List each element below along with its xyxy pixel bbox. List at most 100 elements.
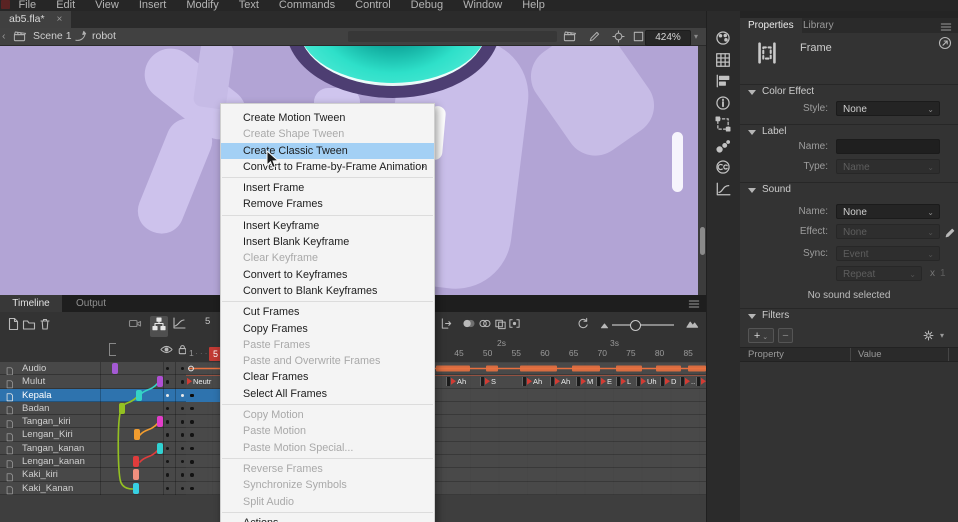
visibility-dot[interactable]: [166, 473, 169, 476]
section-sound[interactable]: Sound: [740, 182, 958, 197]
onion-outlines-icon[interactable]: [478, 317, 491, 335]
section-filters[interactable]: Filters: [740, 308, 958, 323]
mouth-keyframe[interactable]: ..: [680, 377, 695, 387]
visibility-dot[interactable]: [166, 460, 169, 463]
onion-skin-icon[interactable]: [462, 317, 475, 335]
menu-window[interactable]: Window: [463, 0, 502, 11]
filter-options-gear-icon[interactable]: [922, 329, 935, 347]
visibility-dot[interactable]: [166, 380, 169, 383]
scene-clapperboard-icon[interactable]: [13, 30, 26, 43]
remove-filter-button[interactable]: −: [778, 328, 793, 343]
parenting-chip[interactable]: [133, 469, 139, 480]
zoom-chevron-icon[interactable]: ▾: [694, 28, 698, 45]
new-layer-icon[interactable]: [6, 317, 20, 336]
camera-icon[interactable]: [128, 316, 142, 330]
menu-view[interactable]: View: [95, 0, 119, 11]
menu-edit[interactable]: Edit: [56, 0, 75, 11]
timeline-zoom-slider-track[interactable]: [612, 324, 674, 326]
parenting-chip[interactable]: [157, 376, 163, 387]
cc-libraries-panel-icon[interactable]: [715, 159, 731, 180]
visibility-dot[interactable]: [166, 394, 169, 397]
cc-libraries-icon[interactable]: [715, 159, 731, 175]
lock-dot[interactable]: [181, 447, 184, 450]
modify-markers-icon[interactable]: [508, 317, 521, 330]
menu-item-cut-frames[interactable]: Cut Frames: [221, 304, 434, 320]
visibility-dot[interactable]: [166, 407, 169, 410]
menu-debug[interactable]: Debug: [411, 0, 443, 11]
back-chevron-icon[interactable]: ‹: [2, 28, 6, 45]
lock-dot[interactable]: [181, 473, 184, 476]
visibility-dot[interactable]: [166, 447, 169, 450]
motion-editor-icon[interactable]: [715, 181, 731, 197]
menu-control[interactable]: Control: [355, 0, 390, 11]
center-stage-icon[interactable]: [612, 30, 625, 43]
mouth-keyframe[interactable]: S: [480, 377, 496, 387]
mouth-keyframe[interactable]: Ah: [446, 377, 466, 387]
parenting-chip[interactable]: [136, 390, 142, 401]
gear-chevron-icon[interactable]: ▾: [940, 331, 944, 340]
layer-row-kaki_kanan[interactable]: Kaki_Kanan: [0, 482, 186, 495]
parenting-chip[interactable]: [134, 429, 140, 440]
parenting-chip[interactable]: [112, 363, 118, 374]
filter-options-gear-icon[interactable]: [922, 329, 935, 342]
lock-dot[interactable]: [181, 420, 184, 423]
layer-depth-icon[interactable]: [172, 316, 186, 335]
menu-item-insert-frame[interactable]: Insert Frame: [221, 180, 434, 196]
sound-name-dropdown[interactable]: None⌄: [836, 204, 940, 219]
scrollbar-thumb[interactable]: [700, 227, 705, 255]
parenting-chip[interactable]: [119, 403, 125, 414]
visibility-dot[interactable]: [166, 433, 169, 436]
menu-item-clear-frames[interactable]: Clear Frames: [221, 369, 434, 385]
breadcrumb-symbol[interactable]: robot: [92, 28, 116, 45]
edit-multiple-frames-icon[interactable]: [494, 317, 507, 335]
menu-help[interactable]: Help: [522, 0, 545, 11]
modify-markers-icon[interactable]: [508, 317, 521, 335]
new-folder-icon[interactable]: [22, 317, 36, 331]
visibility-dot[interactable]: [166, 367, 169, 370]
visibility-column-icon[interactable]: [160, 343, 173, 361]
collapse-triangle-icon[interactable]: [748, 130, 756, 135]
layer-row-lengan_kiri[interactable]: Lengan_Kiri: [0, 428, 186, 441]
swatches-panel-icon[interactable]: [715, 52, 731, 73]
document-tab[interactable]: ab5.fla* ×: [0, 11, 71, 28]
reset-timeline-zoom-icon[interactable]: [576, 317, 589, 330]
mouth-keyframe[interactable]: Uh: [636, 377, 657, 387]
add-filter-button[interactable]: + ⌄: [748, 328, 774, 343]
collapse-triangle-icon[interactable]: [748, 90, 756, 95]
mouth-keyframe[interactable]: M: [576, 377, 593, 387]
camera-icon[interactable]: [128, 316, 142, 335]
mouth-keyframe[interactable]: L: [616, 377, 631, 387]
menu-item-insert-blank-keyframe[interactable]: Insert Blank Keyframe: [221, 234, 434, 250]
align-panel-icon[interactable]: [715, 73, 731, 94]
layer-row-lengan_kanan[interactable]: Lengan_kanan: [0, 455, 186, 468]
timeline-zoom-in-icon[interactable]: [686, 317, 699, 335]
layer-row-tangan_kanan[interactable]: Tangan_kanan: [0, 442, 186, 455]
new-folder-icon[interactable]: [22, 317, 36, 336]
lock-dot[interactable]: [181, 367, 184, 370]
transform-panel-icon[interactable]: [715, 116, 731, 137]
clip-content-icon[interactable]: [632, 30, 645, 43]
mouth-keyframe[interactable]: E: [596, 377, 612, 387]
lock-dot[interactable]: [181, 433, 184, 436]
layer-depth-icon[interactable]: [172, 316, 186, 330]
parenting-chip[interactable]: [133, 483, 139, 494]
menu-insert[interactable]: Insert: [139, 0, 167, 11]
zoom-level-dropdown[interactable]: 424%: [645, 30, 691, 46]
edit-multiple-frames-icon[interactable]: [494, 317, 507, 330]
timeline-zoom-out-icon[interactable]: [599, 320, 610, 331]
menu-item-copy-frames[interactable]: Copy Frames: [221, 321, 434, 337]
visibility-dot[interactable]: [166, 487, 169, 490]
layer-row-kaki_kiri[interactable]: Kaki_kiri: [0, 468, 186, 481]
help-icon[interactable]: [938, 36, 952, 55]
edit-sound-envelope-icon[interactable]: [944, 227, 956, 239]
parenting-view-icon[interactable]: [150, 316, 168, 337]
lock-dot[interactable]: [181, 460, 184, 463]
parenting-chip[interactable]: [133, 456, 139, 467]
menu-item-remove-frames[interactable]: Remove Frames: [221, 196, 434, 212]
collapse-triangle-icon[interactable]: [748, 314, 756, 319]
app-logo-icon[interactable]: [1, 0, 10, 9]
style-dropdown[interactable]: None⌄: [836, 101, 940, 116]
layer-row-tangan_kiri[interactable]: Tangan_kiri: [0, 415, 186, 428]
delete-layer-icon[interactable]: [38, 317, 52, 331]
center-frame-icon[interactable]: [440, 317, 453, 335]
